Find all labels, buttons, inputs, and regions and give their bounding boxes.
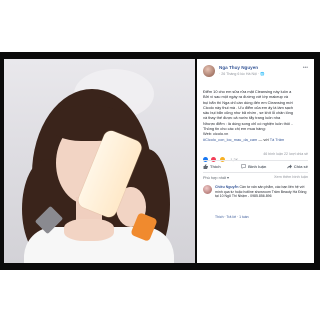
like-button[interactable]: Thích bbox=[203, 162, 221, 170]
thumbs-up-icon bbox=[203, 163, 208, 169]
shoulders bbox=[64, 219, 114, 241]
comment-icon bbox=[241, 163, 246, 169]
comments-shares-count[interactable]: 46 bình luận 22 lượt chia sẻ bbox=[263, 152, 308, 156]
comments-header: Phù hợp nhất ▾ Xem thêm bình luận bbox=[203, 175, 308, 181]
hashtag-link[interactable]: #Cicolo_con_loc_mau_da_cam bbox=[203, 137, 257, 142]
post-body: Điểm 10 cho em sữa rửa mặt Cleansing này… bbox=[203, 89, 308, 142]
post-photo[interactable] bbox=[4, 59, 195, 263]
share-button[interactable]: Chia sẻ bbox=[286, 162, 308, 170]
lightbox-frame: Nga Thuy Nguyen · 26 Tháng 6 lúc Hà Nội … bbox=[0, 52, 320, 270]
commenter-avatar[interactable] bbox=[203, 185, 212, 194]
comment-text: Chiều Nguyễn Cần tư vấn sản phẩm, các bạ… bbox=[215, 185, 308, 199]
commenter-name[interactable]: Chiều Nguyễn bbox=[215, 185, 239, 189]
comment-button[interactable]: Bình luận bbox=[241, 162, 266, 170]
post-meta: · 26 Tháng 6 lúc Hà Nội · 🌐 bbox=[219, 72, 265, 76]
divider bbox=[203, 160, 308, 161]
post-header: Nga Thuy Nguyen · 26 Tháng 6 lúc Hà Nội … bbox=[203, 65, 308, 87]
action-bar: Thích Bình luận Chia sẻ bbox=[203, 162, 308, 170]
view-more-comments-link[interactable]: Xem thêm bình luận bbox=[274, 175, 308, 179]
with-label: — với bbox=[258, 136, 269, 142]
comment-actions[interactable]: Thích · Trả lời · 1 tuần bbox=[215, 215, 249, 219]
author-name[interactable]: Nga Thuy Nguyen bbox=[219, 65, 258, 70]
share-label: Chia sẻ bbox=[293, 163, 308, 169]
more-options-icon[interactable]: ••• bbox=[303, 65, 308, 71]
divider bbox=[203, 172, 308, 173]
comment-label: Bình luận bbox=[248, 163, 267, 169]
avatar[interactable] bbox=[203, 65, 215, 77]
reactions-bar: 1,2K 46 bình luận 22 lượt chia sẻ bbox=[203, 151, 308, 163]
share-icon bbox=[286, 164, 292, 169]
tagged-user-link[interactable]: Tà Trâm bbox=[270, 137, 284, 142]
like-label: Thích bbox=[210, 163, 221, 169]
sort-dropdown[interactable]: Phù hợp nhất ▾ bbox=[203, 176, 229, 180]
post-panel: Nga Thuy Nguyen · 26 Tháng 6 lúc Hà Nội … bbox=[197, 59, 314, 263]
